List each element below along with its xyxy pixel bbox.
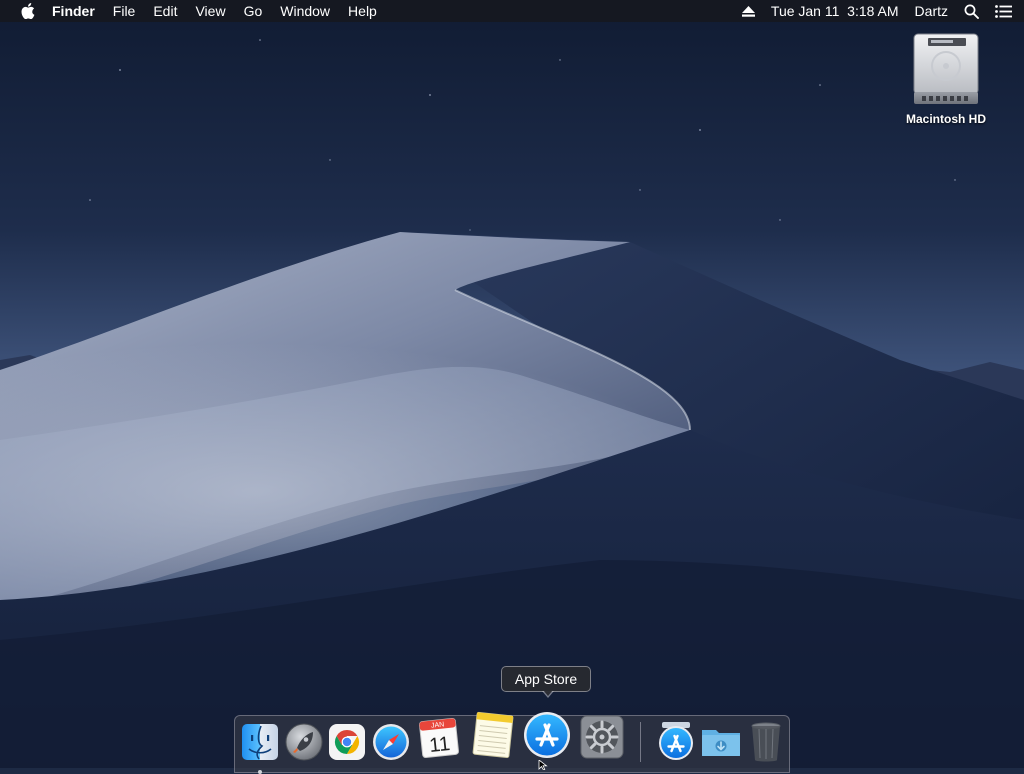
calendar-icon: JAN 11 — [419, 718, 459, 758]
desktop-item-label: Macintosh HD — [905, 112, 986, 126]
menu-window[interactable]: Window — [271, 0, 339, 22]
desktop-wallpaper — [0, 0, 1024, 768]
menu-help[interactable]: Help — [339, 0, 386, 22]
dock-item-notes[interactable] — [471, 710, 514, 759]
gear-icon — [580, 715, 624, 759]
calendar-day: 11 — [428, 733, 451, 757]
dock-item-system-preferences[interactable] — [579, 714, 625, 760]
finder-icon — [242, 724, 278, 760]
dock-item-app-store[interactable] — [522, 710, 572, 760]
dock-tooltip: App Store — [501, 666, 591, 698]
chrome-icon — [329, 724, 365, 760]
hard-drive-icon — [913, 33, 979, 104]
calendar-month: JAN — [431, 721, 445, 729]
dock-item-finder[interactable] — [240, 722, 280, 774]
dock-separator — [640, 722, 641, 762]
dock-item-calendar[interactable]: JAN 11 — [418, 716, 459, 758]
mouse-cursor-icon — [538, 760, 548, 770]
folder-download-icon — [702, 730, 740, 756]
dock: JAN 11 — [234, 711, 790, 774]
dock-item-chrome[interactable] — [327, 722, 367, 762]
menu-app-finder[interactable]: Finder — [43, 0, 104, 22]
dock-item-applications[interactable] — [656, 720, 696, 760]
list-icon[interactable] — [987, 0, 1024, 22]
dock-item-safari[interactable] — [371, 722, 411, 762]
trash-icon — [751, 722, 781, 762]
dock-item-trash[interactable] — [746, 720, 786, 762]
app-store-icon — [659, 722, 693, 760]
apple-logo-icon[interactable] — [19, 2, 37, 20]
running-indicator — [258, 770, 262, 774]
compass-icon — [373, 724, 409, 760]
menu-go[interactable]: Go — [235, 0, 272, 22]
rocket-icon — [285, 723, 323, 761]
menu-bar: Finder File Edit View Go Window Help Tue… — [0, 0, 1024, 22]
menu-view[interactable]: View — [186, 0, 234, 22]
notepad-icon — [472, 711, 514, 759]
search-icon[interactable] — [956, 0, 987, 22]
desktop-item-macintosh-hd[interactable]: Macintosh HD — [900, 30, 992, 126]
dock-item-downloads[interactable] — [700, 722, 740, 762]
app-store-icon — [524, 712, 570, 758]
eject-icon[interactable] — [734, 0, 763, 22]
menu-file[interactable]: File — [104, 0, 145, 22]
menubar-user[interactable]: Dartz — [907, 0, 956, 22]
dock-item-launchpad[interactable] — [284, 722, 324, 762]
menu-edit[interactable]: Edit — [144, 0, 186, 22]
dock-tooltip-text: App Store — [514, 671, 578, 687]
menubar-clock[interactable]: Tue Jan 11 3:18 AM — [763, 0, 907, 22]
tooltip-pointer — [542, 690, 554, 698]
